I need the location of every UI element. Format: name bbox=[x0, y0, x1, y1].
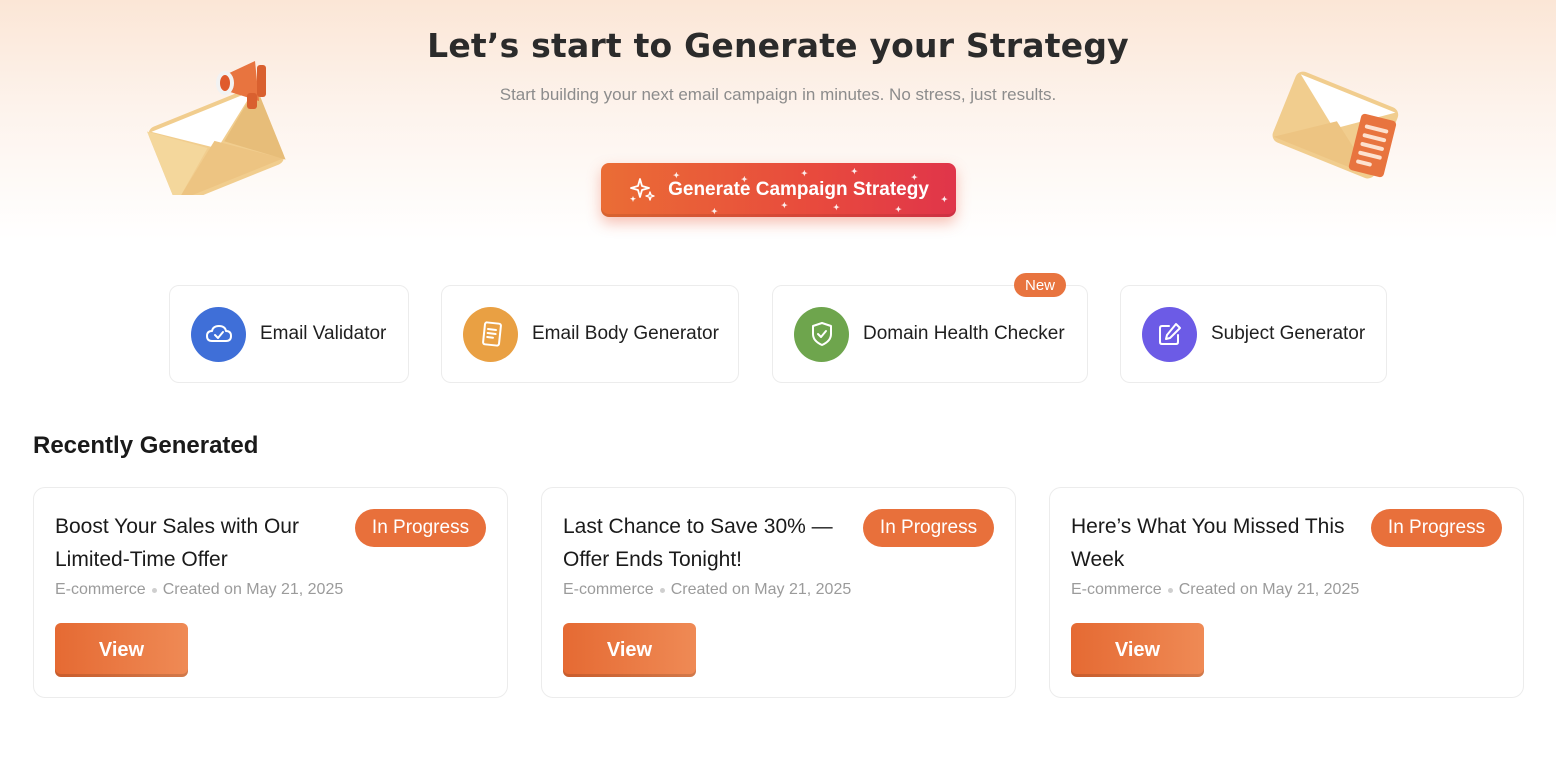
sparkle-decoration: ✦ bbox=[741, 175, 748, 184]
campaign-category: E-commerce bbox=[563, 581, 654, 598]
tool-label: Email Body Generator bbox=[532, 323, 719, 344]
tool-label: Email Validator bbox=[260, 323, 387, 344]
status-badge: In Progress bbox=[1371, 509, 1502, 547]
shield-check-icon bbox=[794, 306, 849, 362]
separator-dot bbox=[151, 587, 157, 593]
tool-label: Domain Health Checker bbox=[863, 323, 1065, 344]
tool-domain-health-checker[interactable]: Domain Health Checker bbox=[772, 285, 1088, 383]
sparkle-decoration: ✦ bbox=[781, 201, 788, 210]
envelope-document-illustration bbox=[1270, 65, 1410, 185]
view-button[interactable]: View bbox=[55, 623, 188, 677]
sparkle-decoration: ✦ bbox=[911, 173, 918, 182]
campaign-meta: E-commerce Created on May 21, 2025 bbox=[55, 581, 343, 599]
sparkle-decoration: ✦ bbox=[673, 171, 680, 180]
separator-dot bbox=[1167, 587, 1173, 593]
campaign-card: Last Chance to Save 30% — Offer Ends Ton… bbox=[541, 487, 1016, 698]
campaign-title: Boost Your Sales with Our Limited-Time O… bbox=[55, 515, 299, 571]
cloud-check-icon bbox=[191, 306, 246, 362]
campaign-card: Here’s What You Missed This Week In Prog… bbox=[1049, 487, 1524, 698]
tool-label: Subject Generator bbox=[1211, 323, 1366, 344]
campaign-category: E-commerce bbox=[1071, 581, 1162, 598]
campaign-title: Here’s What You Missed This Week bbox=[1071, 515, 1345, 571]
sparkle-decoration: ✦ bbox=[851, 167, 858, 176]
campaign-title: Last Chance to Save 30% — Offer Ends Ton… bbox=[563, 515, 833, 571]
sparkle-decoration: ✦ bbox=[711, 207, 718, 216]
campaign-category: E-commerce bbox=[55, 581, 146, 598]
sparkle-decoration: ✦ bbox=[801, 169, 808, 178]
sparkle-decoration: ✦ bbox=[833, 203, 840, 212]
campaign-created-date: Created on May 21, 2025 bbox=[162, 581, 344, 598]
edit-icon bbox=[1142, 306, 1197, 362]
campaign-meta: E-commerce Created on May 21, 2025 bbox=[1071, 581, 1359, 599]
new-badge: New bbox=[1014, 273, 1066, 297]
status-badge: In Progress bbox=[355, 509, 486, 547]
sparkles-icon bbox=[630, 178, 655, 202]
status-badge: In Progress bbox=[863, 509, 994, 547]
generate-campaign-strategy-button[interactable]: ✦ ✦ ✦ ✦ ✦ ✦ ✦ ✦ ✦ ✦ Generate Campaign St… bbox=[601, 163, 956, 217]
campaign-card: Boost Your Sales with Our Limited-Time O… bbox=[33, 487, 508, 698]
campaign-created-date: Created on May 21, 2025 bbox=[670, 581, 852, 598]
tool-subject-generator[interactable]: Subject Generator bbox=[1120, 285, 1387, 383]
sparkle-decoration: ✦ bbox=[895, 205, 902, 214]
campaign-meta: E-commerce Created on May 21, 2025 bbox=[563, 581, 851, 599]
tool-email-body-generator[interactable]: Email Body Generator bbox=[441, 285, 739, 383]
document-icon bbox=[463, 306, 518, 362]
view-button[interactable]: View bbox=[563, 623, 696, 677]
separator-dot bbox=[659, 587, 665, 593]
generate-campaign-strategy-label: Generate Campaign Strategy bbox=[668, 179, 929, 200]
envelope-megaphone-illustration bbox=[145, 45, 290, 204]
campaign-created-date: Created on May 21, 2025 bbox=[1178, 581, 1360, 598]
view-button[interactable]: View bbox=[1071, 623, 1204, 677]
recently-generated-heading: Recently Generated bbox=[33, 432, 259, 459]
tool-email-validator[interactable]: Email Validator bbox=[169, 285, 409, 383]
sparkle-decoration: ✦ bbox=[941, 195, 948, 204]
